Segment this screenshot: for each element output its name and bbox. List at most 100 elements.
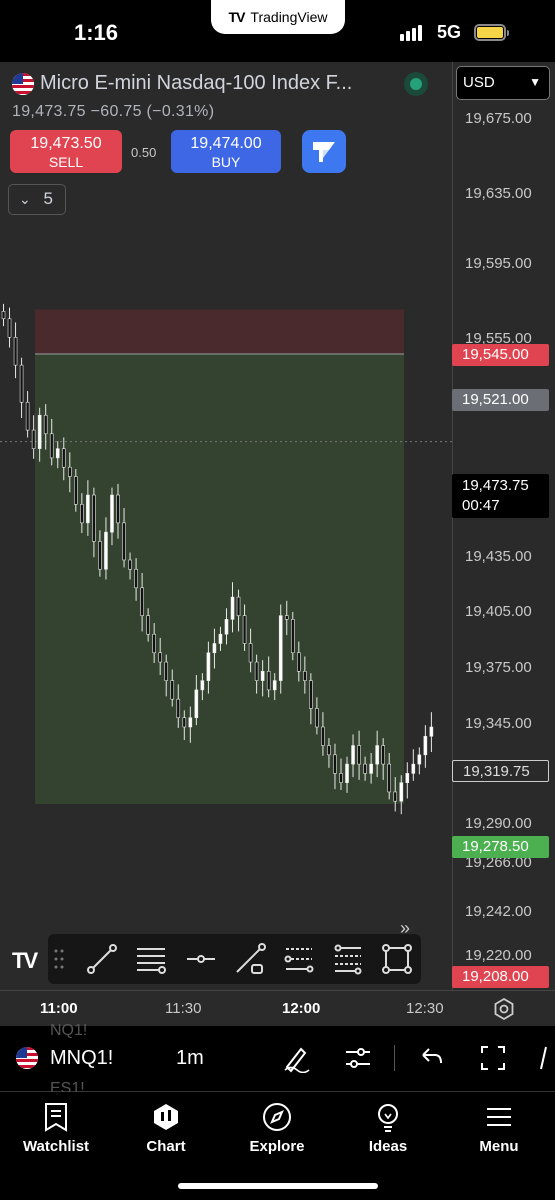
symbol-search-button[interactable]: MNQ1! — [50, 1047, 113, 1070]
horizontal-ray-icon[interactable] — [185, 943, 217, 975]
candle-body — [236, 596, 241, 616]
candlestick-chart[interactable] — [0, 62, 452, 990]
instrument-legend[interactable]: Micro E-mini Nasdaq-100 Index F... — [12, 72, 352, 95]
tab-menu[interactable]: Menu — [449, 1102, 549, 1155]
chart-toolbar: NQ1! ES1! MNQ1! 1m — [0, 1022, 555, 1097]
tab-label: Menu — [479, 1138, 519, 1155]
drag-handle-icon[interactable] — [54, 948, 64, 970]
candle-body — [55, 448, 60, 459]
candle-body — [43, 414, 48, 435]
price-tick-label: 19,242.00 — [465, 903, 532, 920]
candle-body — [13, 336, 18, 366]
candle-body — [25, 401, 30, 431]
stop-loss-price-tag: 19,545.00 — [452, 344, 549, 366]
candle-body — [110, 494, 114, 533]
candle-body — [1, 311, 6, 320]
undo-icon[interactable] — [415, 1043, 445, 1073]
chart-pane[interactable] — [0, 62, 452, 990]
candle-body — [393, 791, 398, 802]
candle-body — [200, 680, 205, 691]
fib-retracement-icon[interactable] — [332, 943, 364, 975]
tab-label: Ideas — [368, 1138, 408, 1155]
time-axis[interactable]: 11:00 11:30 12:00 12:30 — [0, 990, 555, 1026]
chevron-down-icon: ⌄ — [19, 191, 31, 207]
indicators-icon[interactable] — [343, 1043, 373, 1073]
tab-label: Explore — [249, 1138, 305, 1155]
collapse-legend-button[interactable]: ⌄ 5 — [8, 184, 66, 215]
candle-body — [170, 680, 175, 700]
price-tick-label: 19,375.00 — [465, 659, 532, 676]
currency-select[interactable]: USD ▼ — [456, 66, 550, 100]
candle-body — [248, 643, 253, 663]
candle-body — [375, 745, 379, 765]
candle-body — [19, 364, 24, 403]
broker-logo-icon — [313, 142, 335, 162]
candle-body — [327, 745, 331, 756]
tradingview-logo-icon: TV — [228, 9, 246, 25]
take-profit-zone — [35, 354, 404, 805]
stop-loss-zone — [35, 309, 404, 354]
app-badge-label: TradingView — [250, 9, 328, 25]
buy-label: BUY — [211, 154, 241, 170]
trend-line-icon[interactable] — [86, 943, 118, 975]
sell-label: SELL — [48, 154, 84, 170]
tab-watchlist[interactable]: Watchlist — [6, 1102, 106, 1155]
fullscreen-icon[interactable] — [478, 1043, 508, 1073]
us-flag-icon — [12, 72, 34, 95]
buy-button[interactable]: 19,474.00 BUY — [171, 130, 281, 173]
more-icon[interactable] — [537, 1043, 555, 1073]
horizontal-lines-icon[interactable] — [135, 943, 167, 975]
parallel-channel-icon[interactable] — [283, 943, 315, 975]
candle-body — [315, 708, 319, 728]
candle-body — [140, 587, 144, 616]
market-status-icon[interactable] — [404, 72, 428, 96]
home-indicator — [178, 1183, 378, 1189]
candle-body — [351, 745, 355, 765]
candle-body — [278, 615, 283, 681]
candle-body — [230, 596, 235, 620]
candle-body — [134, 568, 138, 589]
chart-icon — [154, 1104, 178, 1130]
app-badge[interactable]: TV TradingView — [211, 0, 345, 34]
candle-body — [116, 494, 120, 524]
sell-button[interactable]: 19,473.50 SELL — [10, 130, 122, 173]
candle-body — [98, 541, 102, 570]
candle-body — [176, 698, 181, 719]
tab-ideas[interactable]: Ideas — [338, 1102, 438, 1155]
broker-button[interactable] — [302, 130, 346, 173]
candle-body — [128, 559, 132, 570]
watchlist-icon — [45, 1103, 67, 1132]
candle-body — [61, 448, 66, 468]
tab-explore[interactable]: Explore — [227, 1102, 327, 1155]
candle-body — [242, 615, 247, 644]
price-tick-label: 19,220.00 — [465, 947, 532, 964]
candle-body — [411, 763, 416, 774]
candle-body — [37, 414, 42, 449]
candle-body — [218, 633, 223, 644]
tab-label: Chart — [146, 1138, 186, 1155]
tradingview-watermark-icon: TV — [12, 948, 38, 973]
rectangle-icon[interactable] — [381, 943, 413, 975]
candle-body — [272, 680, 277, 691]
candle-body — [182, 717, 187, 728]
candle-body — [405, 773, 410, 783]
candle-body — [67, 466, 72, 477]
candle-body — [7, 318, 12, 338]
us-flag-icon — [16, 1047, 38, 1069]
tab-chart[interactable]: Chart — [116, 1102, 216, 1155]
spread-value: 0.50 — [131, 145, 157, 160]
currency-label: USD — [463, 74, 495, 91]
drawing-toolbar — [48, 934, 421, 984]
interval-button[interactable]: 1m — [176, 1047, 204, 1070]
candle-body — [369, 763, 373, 774]
network-type: 5G — [437, 22, 462, 42]
path-icon[interactable] — [234, 943, 266, 975]
candle-body — [122, 522, 126, 561]
draw-pen-icon[interactable] — [281, 1043, 311, 1073]
chart-settings-icon[interactable] — [492, 997, 516, 1021]
price-tick-label: 19,635.00 — [465, 185, 532, 202]
candle-body — [104, 531, 108, 570]
ghost-symbol: NQ1! — [50, 1022, 88, 1039]
battery-icon — [474, 24, 509, 41]
candle-body — [381, 745, 385, 765]
